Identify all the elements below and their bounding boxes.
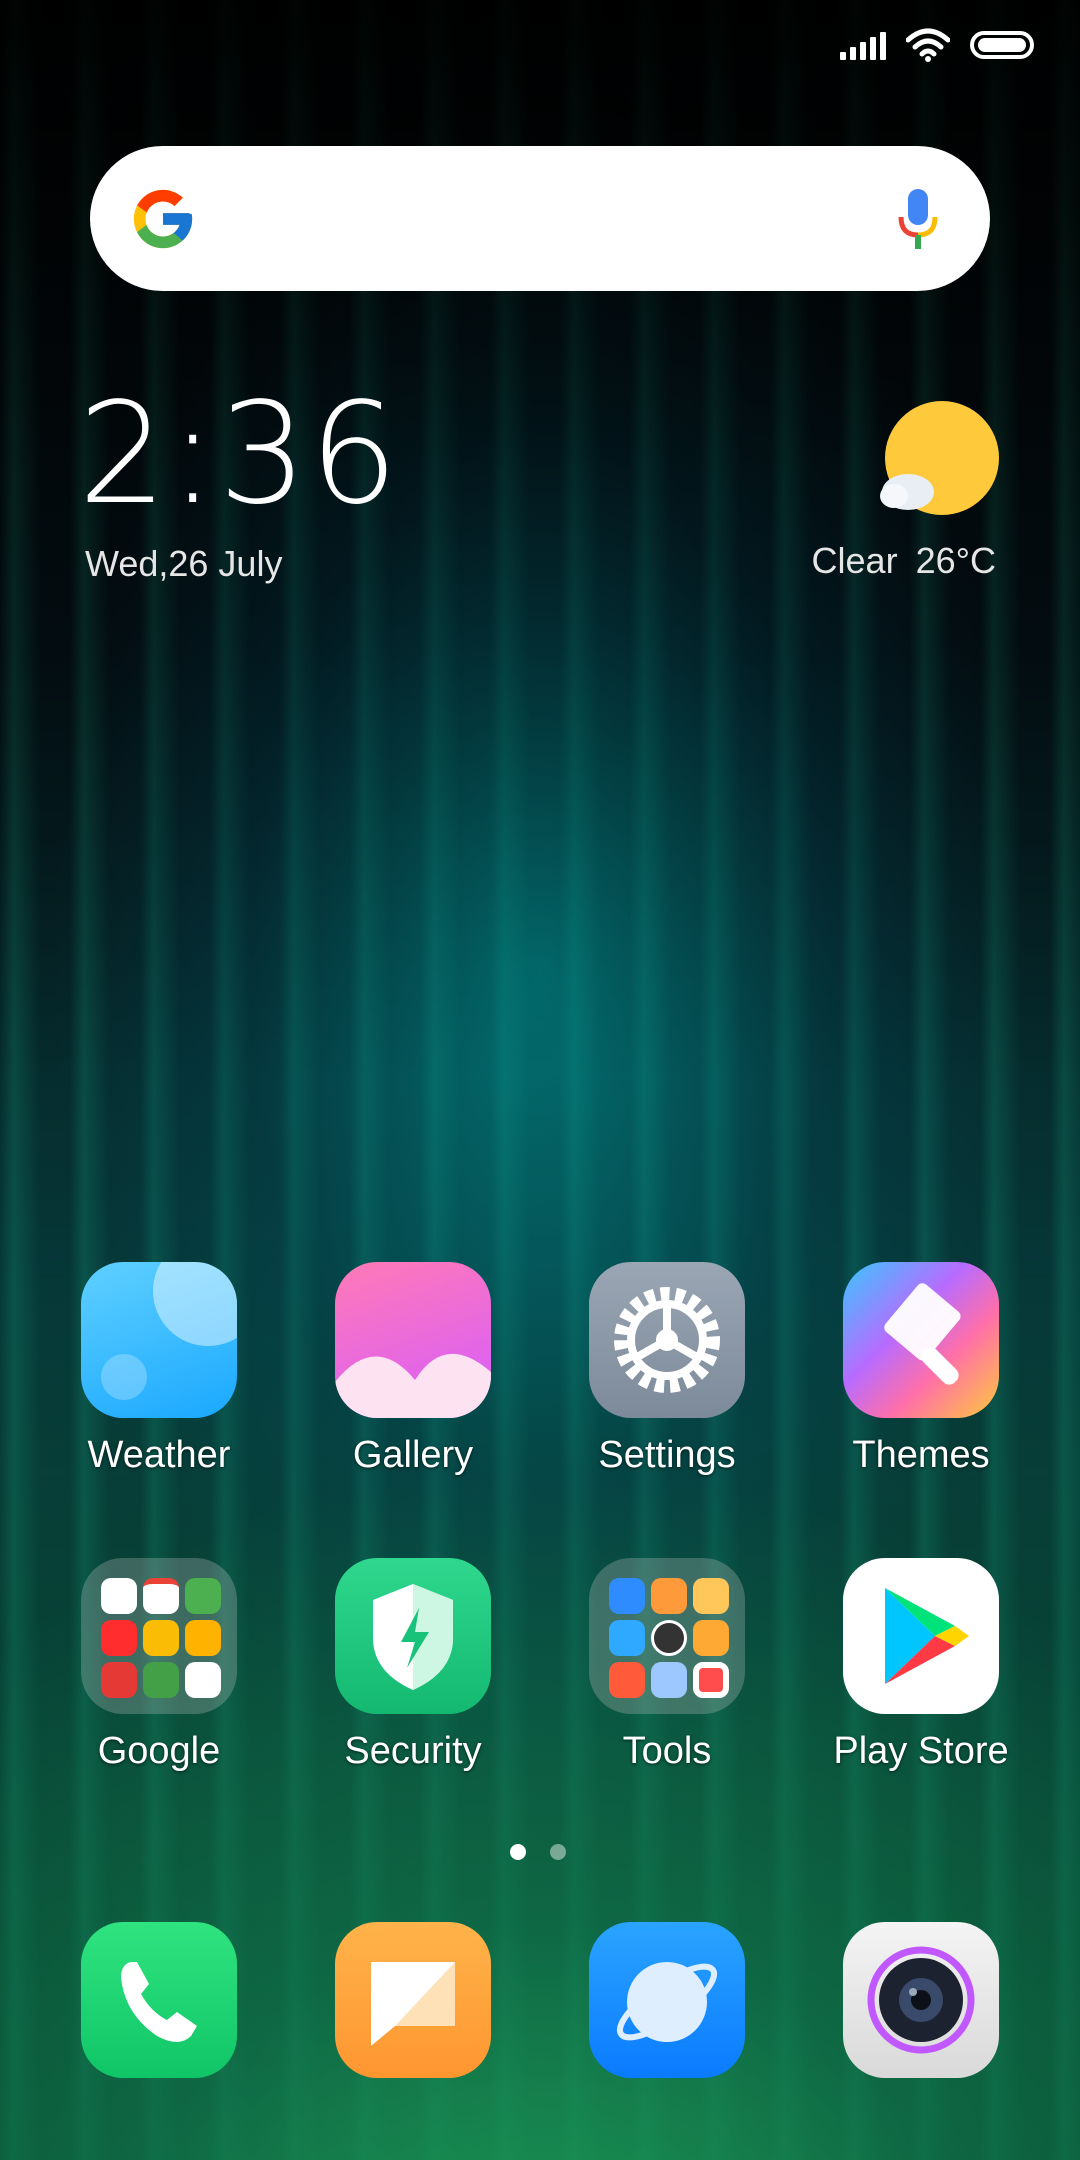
- dock-camera[interactable]: [811, 1922, 1031, 2078]
- themes-brush-icon: [843, 1262, 999, 1418]
- clock-time[interactable]: 2:36: [78, 385, 400, 525]
- weather-temperature: 26°C: [915, 540, 996, 581]
- messages-icon: [335, 1922, 491, 2078]
- weather-condition: Clear: [811, 540, 898, 581]
- wallpaper: [0, 0, 1080, 2160]
- app-label: Settings: [598, 1434, 736, 1476]
- play-store-icon: [843, 1558, 999, 1714]
- status-bar: [840, 28, 1034, 62]
- app-weather[interactable]: Weather: [49, 1262, 269, 1477]
- weather-summary[interactable]: Clear 26°C: [812, 540, 996, 582]
- app-tools-folder[interactable]: Tools: [557, 1558, 777, 1773]
- app-gallery[interactable]: Gallery: [303, 1262, 523, 1477]
- dock-phone[interactable]: [49, 1922, 269, 2078]
- app-label: Tools: [622, 1730, 712, 1772]
- app-play-store[interactable]: Play Store: [811, 1558, 1031, 1773]
- camera-icon: [843, 1922, 999, 2078]
- dock-messages[interactable]: [303, 1922, 523, 2078]
- app-label: Play Store: [833, 1730, 1009, 1772]
- microphone-icon[interactable]: [896, 187, 940, 251]
- weather-app-icon: [81, 1262, 237, 1418]
- google-logo-icon: [133, 189, 193, 248]
- app-label: Themes: [852, 1434, 990, 1476]
- app-themes[interactable]: Themes: [811, 1262, 1031, 1477]
- signal-icon: [840, 30, 886, 60]
- dock-browser[interactable]: [557, 1922, 777, 2078]
- app-label: Security: [344, 1730, 482, 1772]
- app-label: Gallery: [352, 1434, 474, 1476]
- settings-gear-icon: [589, 1262, 745, 1418]
- app-google-folder[interactable]: Google: [49, 1558, 269, 1773]
- app-label: Google: [97, 1730, 221, 1772]
- gallery-app-icon: [335, 1262, 491, 1418]
- clock-date[interactable]: Wed,26 July: [85, 543, 282, 585]
- app-settings[interactable]: Settings: [557, 1262, 777, 1477]
- phone-icon: [81, 1922, 237, 2078]
- google-folder-icon: [81, 1558, 237, 1714]
- app-security[interactable]: Security: [303, 1558, 523, 1773]
- tools-folder-icon: [589, 1558, 745, 1714]
- app-label: Weather: [87, 1434, 231, 1476]
- wifi-icon: [906, 28, 950, 62]
- search-input[interactable]: [218, 198, 876, 239]
- google-search-bar[interactable]: [90, 146, 990, 291]
- sun-cloud-icon[interactable]: [880, 400, 1000, 520]
- browser-icon: [589, 1922, 745, 2078]
- page-dot-active[interactable]: [510, 1844, 526, 1860]
- page-indicator: [510, 1844, 566, 1860]
- page-dot[interactable]: [550, 1844, 566, 1860]
- battery-icon: [970, 31, 1034, 59]
- security-shield-icon: [335, 1558, 491, 1714]
